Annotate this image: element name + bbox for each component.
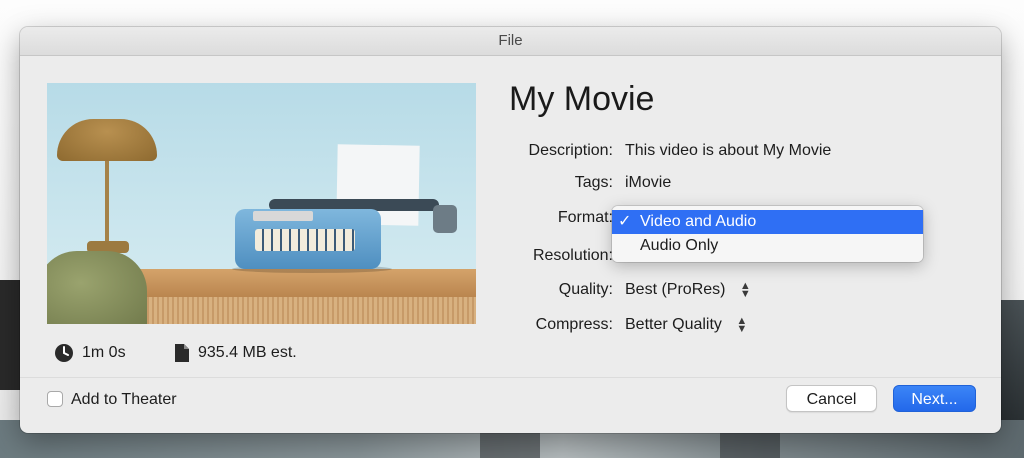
quality-value: Best (ProRes) (625, 281, 726, 298)
add-to-theater-checkbox[interactable] (47, 391, 63, 407)
share-file-dialog: File 1m 0s 935.4 MB est. My Movie Descri… (20, 27, 1001, 433)
format-option-label: Video and Audio (640, 213, 757, 230)
desktop-background-right (1000, 300, 1024, 420)
cancel-button[interactable]: Cancel (786, 385, 877, 412)
up-down-chevron-icon: ▲ ▼ (736, 314, 748, 335)
format-option-label: Audio Only (640, 237, 719, 254)
description-label: Description: (528, 142, 613, 159)
format-label: Format: (557, 209, 613, 226)
next-button[interactable]: Next... (893, 385, 976, 412)
compress-value: Better Quality (625, 316, 722, 333)
up-down-chevron-icon: ▲ ▼ (739, 279, 751, 300)
add-to-theater-label[interactable]: Add to Theater (71, 391, 177, 409)
format-menu: ✓ Video and Audio Audio Only (612, 206, 923, 262)
tags-field[interactable]: iMovie (625, 174, 671, 192)
compress-label: Compress: (535, 316, 613, 333)
duration-text: 1m 0s (82, 344, 126, 361)
movie-thumbnail (47, 83, 476, 324)
clock-icon (54, 343, 74, 363)
size-text: 935.4 MB est. (198, 344, 297, 361)
resolution-label: Resolution: (532, 247, 613, 264)
quality-popup[interactable]: Best (ProRes) ▲ ▼ (625, 279, 751, 300)
format-option-audio-only[interactable]: Audio Only (612, 234, 923, 258)
description-field[interactable]: This video is about My Movie (625, 142, 831, 160)
quality-label: Quality: (558, 281, 613, 298)
tags-label: Tags: (574, 174, 613, 191)
dialog-title: File (20, 27, 1001, 56)
size-info: 935.4 MB est. (174, 342, 297, 364)
format-option-video-and-audio[interactable]: ✓ Video and Audio (612, 210, 923, 234)
duration-info: 1m 0s (54, 342, 126, 364)
document-icon (174, 343, 190, 363)
checkmark-icon: ✓ (618, 213, 632, 230)
footer-divider (20, 377, 1001, 378)
movie-title[interactable]: My Movie (509, 80, 654, 119)
compress-popup[interactable]: Better Quality ▲ ▼ (625, 314, 748, 335)
